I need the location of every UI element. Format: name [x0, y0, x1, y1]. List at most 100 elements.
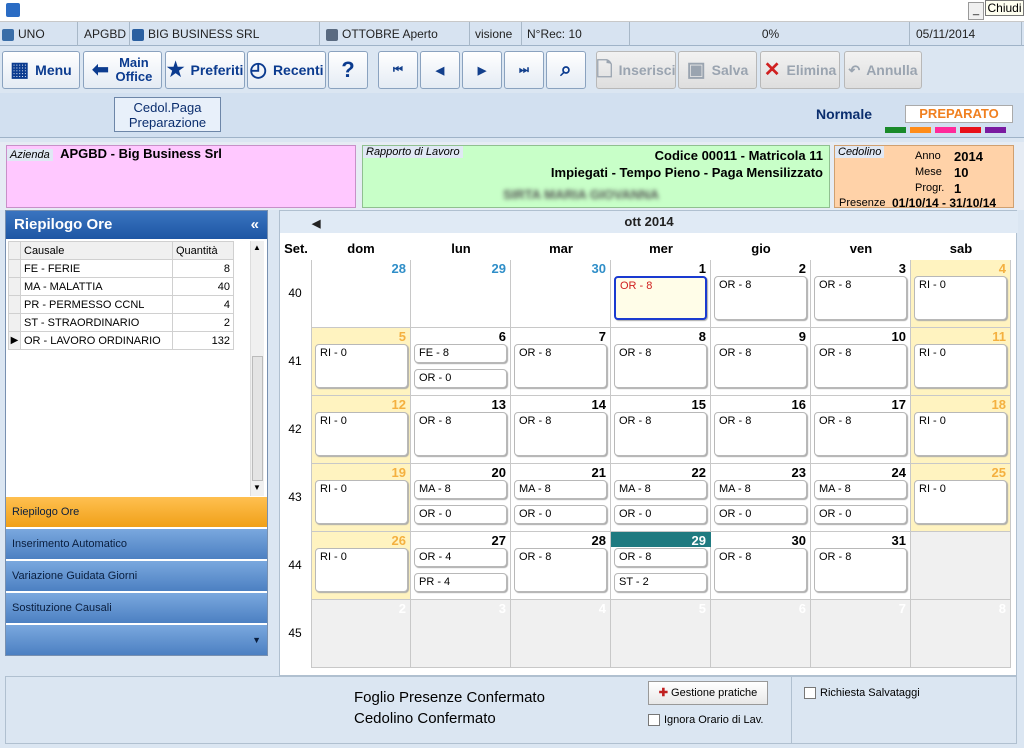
- calendar-day[interactable]: 4 RI - 0: [911, 260, 1011, 328]
- time-entry[interactable]: RI - 0: [315, 548, 408, 592]
- calendar-day[interactable]: 5: [611, 600, 711, 668]
- calendar-day[interactable]: 23 MA - 8 OR - 0: [711, 464, 811, 532]
- time-entry[interactable]: MA - 8: [714, 480, 807, 499]
- main-office-button[interactable]: ⬅ Main Office: [83, 51, 162, 89]
- calendar-day[interactable]: 20 MA - 8 OR - 0: [411, 464, 511, 532]
- calendar-day[interactable]: 18 RI - 0: [911, 396, 1011, 464]
- calendar-day[interactable]: 30: [511, 260, 611, 328]
- table-row[interactable]: ST - STRAORDINARIO 2: [8, 313, 234, 332]
- calendar-day[interactable]: 28 OR - 8: [511, 532, 611, 600]
- time-entry[interactable]: OR - 8: [714, 548, 807, 592]
- time-entry[interactable]: OR - 8: [814, 276, 907, 320]
- time-entry[interactable]: OR - 8: [714, 412, 807, 456]
- time-entry[interactable]: OR - 8: [714, 344, 807, 388]
- time-entry[interactable]: OR - 0: [414, 369, 507, 388]
- time-entry[interactable]: OR - 8: [514, 344, 607, 388]
- help-button[interactable]: ?: [328, 51, 368, 89]
- calendar-day[interactable]: 1 OR - 8: [611, 260, 711, 328]
- table-row[interactable]: PR - PERMESSO CCNL 4: [8, 295, 234, 314]
- time-entry[interactable]: OR - 8: [814, 344, 907, 388]
- time-entry[interactable]: OR - 8: [614, 344, 707, 388]
- calendar-day[interactable]: 26 RI - 0: [311, 532, 411, 600]
- calendar-day[interactable]: 3 OR - 8: [811, 260, 911, 328]
- calendar-day[interactable]: 7: [811, 600, 911, 668]
- next-record-button[interactable]: ▶: [462, 51, 502, 89]
- calendar-day[interactable]: 9 OR - 8: [711, 328, 811, 396]
- inserisci-button[interactable]: 🗋 Inserisci: [596, 51, 676, 89]
- search-button[interactable]: ⌕: [546, 51, 586, 89]
- calendar-day[interactable]: 12 RI - 0: [311, 396, 411, 464]
- elimina-button[interactable]: ✕ Elimina: [760, 51, 840, 89]
- time-entry[interactable]: OR - 8: [614, 548, 707, 567]
- calendar-day[interactable]: 30 OR - 8: [711, 532, 811, 600]
- prev-record-button[interactable]: ◀: [420, 51, 460, 89]
- time-entry[interactable]: OR - 8: [414, 412, 507, 456]
- time-entry[interactable]: MA - 8: [614, 480, 707, 499]
- time-entry[interactable]: OR - 0: [814, 505, 907, 524]
- calendar-day[interactable]: 28: [311, 260, 411, 328]
- time-entry[interactable]: OR - 8: [814, 412, 907, 456]
- calendar-day[interactable]: 2: [311, 600, 411, 668]
- time-entry[interactable]: RI - 0: [315, 412, 408, 456]
- calendar-day[interactable]: 4: [511, 600, 611, 668]
- time-entry[interactable]: OR - 8: [714, 276, 807, 320]
- time-entry[interactable]: RI - 0: [914, 344, 1007, 388]
- time-entry[interactable]: OR - 0: [714, 505, 807, 524]
- time-entry[interactable]: OR - 0: [414, 505, 507, 524]
- recenti-button[interactable]: ◴ Recenti: [247, 51, 326, 89]
- menu-more[interactable]: ▼: [6, 624, 267, 655]
- prev-month-icon[interactable]: ◀: [312, 213, 320, 235]
- calendar-day[interactable]: 8: [911, 600, 1011, 668]
- annulla-button[interactable]: ↶ Annulla: [844, 51, 922, 89]
- calendar-day[interactable]: 31 OR - 8: [811, 532, 911, 600]
- time-entry[interactable]: FE - 8: [414, 344, 507, 363]
- gestione-pratiche-button[interactable]: ✚ Gestione pratiche: [648, 681, 768, 705]
- calendar-day[interactable]: [911, 532, 1011, 600]
- calendar-day[interactable]: 29 OR - 8 ST - 2: [611, 532, 711, 600]
- menu-variazione-guidata[interactable]: Variazione Guidata Giorni: [6, 560, 267, 591]
- close-button[interactable]: Chiudi: [985, 0, 1024, 16]
- calendar-day[interactable]: 6: [711, 600, 811, 668]
- time-entry[interactable]: OR - 0: [614, 505, 707, 524]
- menu-inserimento-automatico[interactable]: Inserimento Automatico: [6, 528, 267, 559]
- scroll-down-icon[interactable]: ▼: [253, 483, 261, 492]
- time-entry[interactable]: MA - 8: [514, 480, 607, 499]
- calendar-day[interactable]: 17 OR - 8: [811, 396, 911, 464]
- first-record-button[interactable]: ⏮: [378, 51, 418, 89]
- table-row[interactable]: ▶ OR - LAVORO ORDINARIO 132: [8, 331, 234, 350]
- calendar-day[interactable]: 11 RI - 0: [911, 328, 1011, 396]
- time-entry[interactable]: RI - 0: [914, 480, 1007, 524]
- cedol-paga-button[interactable]: Cedol.Paga Preparazione: [114, 97, 221, 132]
- time-entry[interactable]: OR - 8: [614, 412, 707, 456]
- time-entry[interactable]: RI - 0: [315, 344, 408, 388]
- time-entry[interactable]: MA - 8: [414, 480, 507, 499]
- calendar-day[interactable]: 25 RI - 0: [911, 464, 1011, 532]
- calendar-day[interactable]: 5 RI - 0: [311, 328, 411, 396]
- ignora-orario-checkbox[interactable]: Ignora Orario di Lav.: [648, 714, 763, 727]
- vertical-scrollbar[interactable]: ▲ ▼: [250, 241, 264, 496]
- calendar-day[interactable]: 24 MA - 8 OR - 0: [811, 464, 911, 532]
- calendar-day[interactable]: 10 OR - 8: [811, 328, 911, 396]
- col-quantita[interactable]: Quantità: [172, 241, 234, 260]
- calendar-day[interactable]: 6 FE - 8 OR - 0: [411, 328, 511, 396]
- calendar-day[interactable]: 19 RI - 0: [311, 464, 411, 532]
- preferiti-button[interactable]: ★ Preferiti: [165, 51, 245, 89]
- calendar-day[interactable]: 27 OR - 4 PR - 4: [411, 532, 511, 600]
- richiesta-salvataggi-checkbox[interactable]: Richiesta Salvataggi: [804, 687, 920, 700]
- time-entry[interactable]: OR - 8: [514, 412, 607, 456]
- scroll-up-icon[interactable]: ▲: [253, 243, 261, 252]
- time-entry[interactable]: OR - 4: [414, 548, 507, 567]
- calendar-day[interactable]: 21 MA - 8 OR - 0: [511, 464, 611, 532]
- time-entry[interactable]: RI - 0: [914, 276, 1007, 320]
- collapse-icon[interactable]: «: [251, 211, 259, 239]
- time-entry[interactable]: MA - 8: [814, 480, 907, 499]
- calendar-day[interactable]: 16 OR - 8: [711, 396, 811, 464]
- table-row[interactable]: MA - MALATTIA 40: [8, 277, 234, 296]
- last-record-button[interactable]: ⏭: [504, 51, 544, 89]
- col-causale[interactable]: Causale: [20, 241, 173, 260]
- calendar-day[interactable]: 14 OR - 8: [511, 396, 611, 464]
- menu-button[interactable]: ▦ Menu: [2, 51, 80, 89]
- calendar-day[interactable]: 3: [411, 600, 511, 668]
- calendar-day[interactable]: 15 OR - 8: [611, 396, 711, 464]
- minimize-button[interactable]: _: [968, 2, 984, 20]
